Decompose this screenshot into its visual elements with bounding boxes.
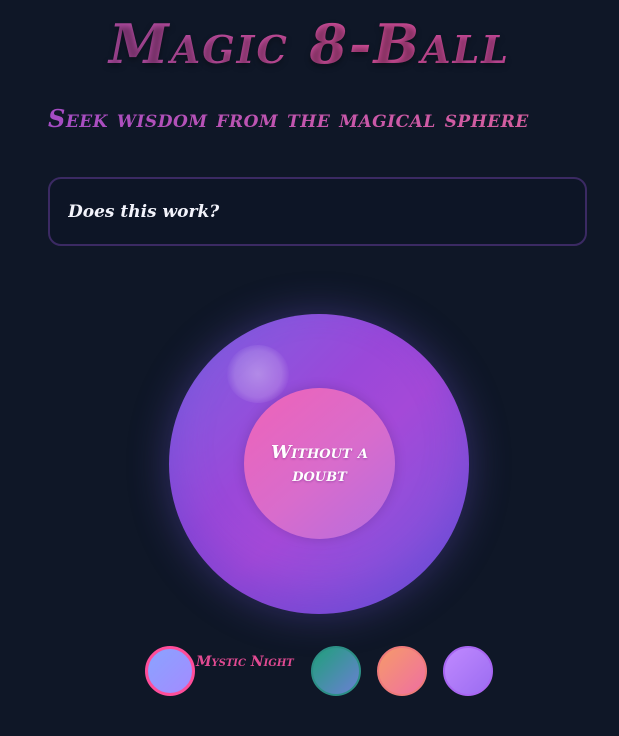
answer-window: Without a doubt <box>244 388 395 539</box>
ball-highlight <box>227 345 289 403</box>
page-subtitle: Seek wisdom from the magical sphere <box>48 104 593 133</box>
theme-label: Mystic Night <box>196 654 294 670</box>
magic-ball-shake-target[interactable]: Without a doubt <box>169 314 469 614</box>
magic-8-ball: Without a doubt <box>169 314 469 614</box>
theme-swatch-emerald[interactable] <box>311 646 361 696</box>
theme-swatch-sunset[interactable] <box>377 646 427 696</box>
page-title: Magic 8-Ball <box>0 12 619 76</box>
question-input[interactable] <box>68 179 568 244</box>
theme-swatch-violet[interactable] <box>443 646 493 696</box>
question-field-container <box>48 177 587 246</box>
theme-selector: Mystic Night <box>0 646 619 696</box>
theme-swatch-mystic-night[interactable] <box>145 646 195 696</box>
answer-text: Without a doubt <box>271 441 368 486</box>
